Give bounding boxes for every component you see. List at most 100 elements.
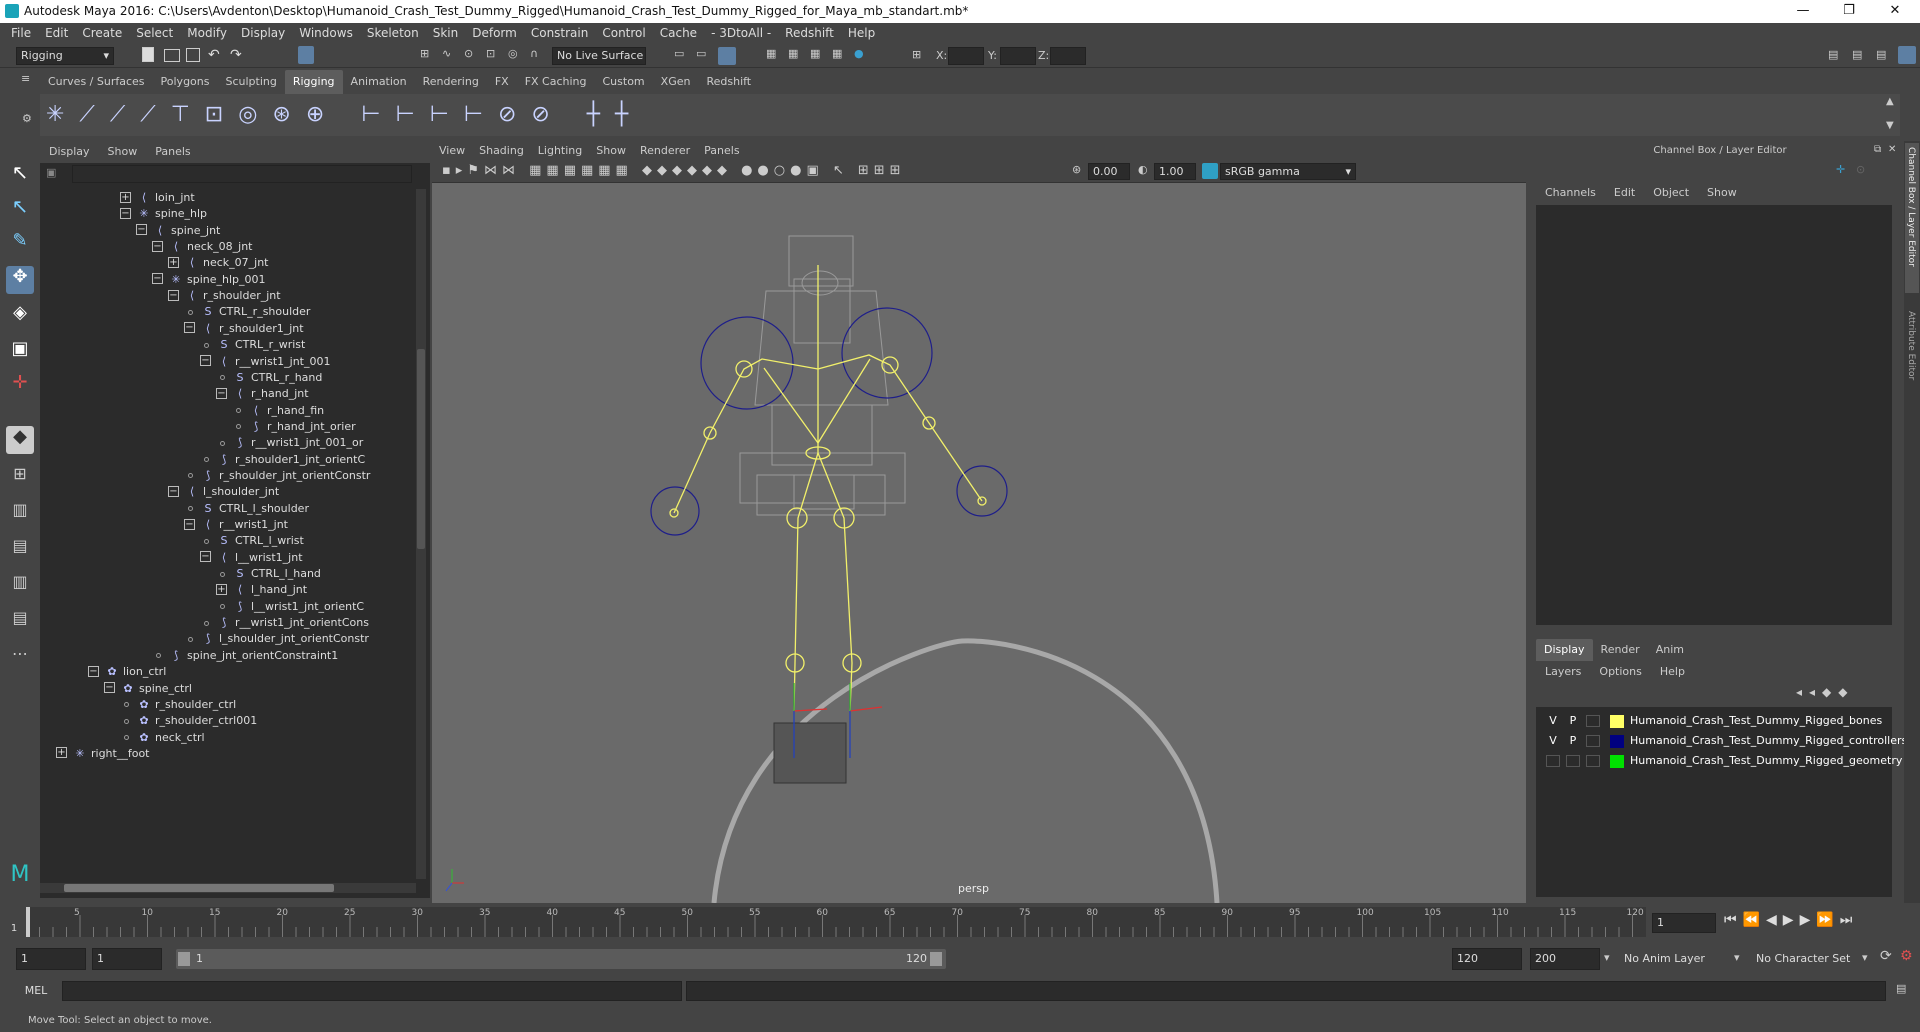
collapse-icon[interactable]: −: [152, 273, 163, 285]
layer-reference-toggle[interactable]: [1586, 715, 1600, 727]
render-sphere-icon[interactable]: ●: [854, 47, 864, 60]
outliner-row[interactable]: ⟆ r__wrist1_jnt_orientCons: [200, 614, 369, 632]
current-frame-field[interactable]: 1: [1652, 913, 1716, 933]
channel-menu-1[interactable]: Edit: [1605, 183, 1644, 203]
collapse-icon[interactable]: −: [200, 551, 211, 563]
time-ruler[interactable]: 5 10 15 20 25 30 35 40 45 50 55 60 65 70 75 80 85 90 95 100…: [25, 907, 1646, 937]
shelf-tab-2[interactable]: Sculpting: [217, 70, 284, 94]
collapse-icon[interactable]: −: [88, 665, 99, 677]
persp-outliner-layout-icon[interactable]: ▥: [6, 572, 34, 600]
layer-playback-toggle[interactable]: [1566, 755, 1580, 767]
layer-row[interactable]: V P Humanoid_Crash_Test_Dummy_Rigged_contr…: [1536, 731, 1907, 751]
layer-name[interactable]: Humanoid_Crash_Test_Dummy_Rigged_geometr…: [1630, 751, 1902, 771]
menu-item-7[interactable]: Skeleton: [360, 23, 426, 44]
chevron-down-icon[interactable]: ▾: [1734, 951, 1740, 964]
outliner-row[interactable]: − ⟨ r__wrist1_jnt: [184, 516, 288, 534]
magnet-icon[interactable]: ∩: [530, 47, 538, 60]
menu-item-10[interactable]: Constrain: [524, 23, 596, 44]
outliner-menu-0[interactable]: Display: [40, 141, 99, 163]
snap-curve-icon[interactable]: ∿: [442, 47, 451, 60]
y-field[interactable]: [1000, 47, 1036, 65]
outliner-row[interactable]: + ✳ right__foot: [56, 745, 150, 763]
menu-item-14[interactable]: Redshift: [778, 23, 841, 44]
layer-visibility-toggle[interactable]: V: [1546, 731, 1560, 751]
menu-item-2[interactable]: Create: [75, 23, 129, 44]
color-space-dropdown[interactable]: sRGB gamma ▾: [1220, 163, 1356, 180]
outliner-menu-2[interactable]: Panels: [146, 141, 199, 163]
playback-controls[interactable]: ⏮⏪◀▶▶⏩⏭: [1724, 912, 1914, 932]
shelf-tab-0[interactable]: Curves / Surfaces: [40, 70, 153, 94]
script-editor-icon[interactable]: ▤: [1896, 982, 1906, 995]
collapse-icon[interactable]: −: [120, 207, 131, 219]
outliner-vscrollbar[interactable]: [416, 189, 426, 879]
collapse-icon[interactable]: −: [216, 387, 227, 399]
gamma-field[interactable]: 1.00: [1154, 163, 1196, 180]
scene-end-field[interactable]: 200: [1530, 948, 1600, 970]
exposure-icon[interactable]: ⊛: [1072, 163, 1081, 176]
outliner-row[interactable]: − ⟨ r_shoulder1_jnt: [184, 320, 304, 338]
layer-tab-1[interactable]: Render: [1593, 639, 1648, 661]
layer-visibility-toggle[interactable]: V: [1546, 711, 1560, 731]
outliner-row[interactable]: ✿ r_shoulder_ctrl001: [120, 712, 257, 730]
gear-icon[interactable]: ⚙: [22, 112, 32, 125]
outliner-hscroll-thumb[interactable]: [64, 884, 334, 892]
close-button[interactable]: ✕: [1872, 0, 1918, 23]
outliner-row[interactable]: − ✿ spine_ctrl: [104, 680, 192, 698]
viewport-menu-5[interactable]: Panels: [697, 141, 746, 161]
channel-box-toggle-icon[interactable]: [1898, 46, 1916, 64]
collapse-icon[interactable]: −: [200, 355, 211, 366]
script-language-label[interactable]: MEL: [16, 981, 56, 1001]
shelf-tab-9[interactable]: XGen: [653, 70, 699, 94]
outliner-row[interactable]: ⟆ l__wrist1_jnt_orientC: [216, 598, 364, 616]
select-tool-icon[interactable]: ↖: [6, 160, 34, 188]
range-slider[interactable]: 1 120: [176, 949, 946, 969]
scroll-up-icon[interactable]: ▲: [1886, 96, 1894, 107]
outliner-row[interactable]: S CTRL_r_wrist: [200, 336, 305, 354]
outliner-row[interactable]: ⟆ spine_jnt_orientConstraint1: [152, 647, 338, 665]
layer-visibility-toggle[interactable]: [1546, 755, 1560, 767]
outliner-row[interactable]: − ⟨ r_shoulder_jnt: [168, 287, 281, 305]
layer-tab-2[interactable]: Anim: [1648, 639, 1692, 661]
expand-icon[interactable]: +: [120, 191, 131, 203]
shelf-tab-6[interactable]: FX: [487, 70, 517, 94]
layer-name[interactable]: Humanoid_Crash_Test_Dummy_Rigged_control…: [1630, 731, 1907, 751]
four-pane-layout-icon[interactable]: ⊞: [6, 464, 34, 492]
scene-view[interactable]: [432, 183, 1526, 903]
attribute-editor-toggle-icon[interactable]: ▤: [1852, 48, 1862, 61]
layer-color-swatch[interactable]: [1610, 735, 1624, 748]
outliner-row[interactable]: ⟨ r_hand_fin: [232, 402, 324, 420]
layer-menu-0[interactable]: Layers: [1536, 662, 1590, 682]
range-end-handle[interactable]: [930, 952, 942, 966]
scene-start-field[interactable]: 1: [16, 948, 86, 970]
new-scene-icon[interactable]: [142, 47, 154, 62]
outliner-row[interactable]: ⟆ l_shoulder_jnt_orientConstr: [184, 630, 369, 648]
minimize-button[interactable]: —: [1780, 0, 1826, 23]
viewport-menu-1[interactable]: Shading: [472, 141, 531, 161]
layer-menu-1[interactable]: Options: [1590, 662, 1650, 682]
outliner-row[interactable]: + ⟨ l_hand_jnt: [216, 581, 307, 599]
layer-playback-toggle[interactable]: P: [1566, 711, 1580, 731]
outliner-row[interactable]: − ✿ lion_ctrl: [88, 663, 166, 681]
snap-point-icon[interactable]: ⊙: [464, 47, 473, 60]
channel-menu-2[interactable]: Object: [1644, 183, 1698, 203]
menu-item-11[interactable]: Control: [595, 23, 652, 44]
outliner-row[interactable]: − ⟨ r_hand_jnt: [216, 385, 309, 403]
layout-menu-icon[interactable]: ⋯: [6, 644, 34, 672]
scale-tool-icon[interactable]: ▣: [6, 338, 34, 366]
layer-reference-toggle[interactable]: [1586, 755, 1600, 767]
collapse-icon[interactable]: −: [184, 322, 195, 334]
preferences-icon[interactable]: ⚙: [1900, 948, 1913, 964]
character-set-dropdown[interactable]: No Character Set: [1756, 948, 1876, 970]
lasso-tool-icon[interactable]: ↖: [6, 194, 34, 222]
render-settings-icon[interactable]: ▦: [810, 47, 820, 60]
menu-item-1[interactable]: Edit: [38, 23, 75, 44]
redo-icon[interactable]: ↷: [230, 47, 242, 63]
time-slider[interactable]: 5 10 15 20 25 30 35 40 45 50 55 60 65 70 75 80 85 90 95 100…: [0, 903, 1920, 941]
outliner-row[interactable]: − ⟨ spine_jnt: [136, 222, 220, 240]
ipr-render-icon[interactable]: ▦: [788, 47, 798, 60]
outliner-row[interactable]: S CTRL_r_shoulder: [184, 303, 310, 321]
tool-settings-icon[interactable]: ▤: [1876, 48, 1886, 61]
x-field[interactable]: [948, 47, 984, 65]
filter-icon[interactable]: ▣: [46, 166, 56, 179]
single-pane-layout-icon[interactable]: ◆: [6, 426, 34, 454]
